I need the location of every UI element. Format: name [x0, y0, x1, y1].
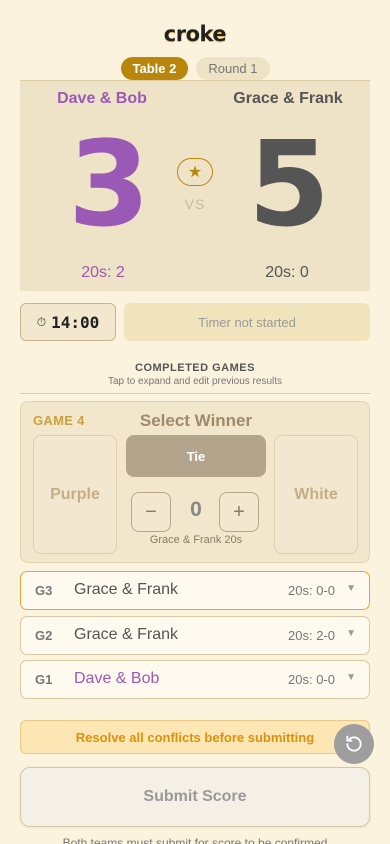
- chevron-down-icon: ▼: [346, 672, 356, 683]
- plus-icon: +: [233, 500, 245, 523]
- minus-icon: −: [145, 500, 157, 523]
- timer-button[interactable]: ⏱ 14:00: [20, 303, 116, 341]
- submit-footnote: Both teams must submit for score to be c…: [62, 836, 328, 844]
- twenties-value: 0: [190, 498, 202, 521]
- game-winner: Dave & Bob: [74, 670, 160, 687]
- star-icon[interactable]: ★: [177, 158, 213, 186]
- twenties-label: Grace & Frank 20s: [149, 534, 243, 546]
- timer-value: 14:00: [51, 312, 100, 332]
- app-logo: croke: [163, 22, 227, 46]
- game-twenties: 20s: 0-0: [288, 583, 335, 598]
- completed-games-title: COMPLETED GAMES: [135, 362, 255, 374]
- chevron-down-icon: ▼: [346, 583, 356, 594]
- round-badge: Round 1: [196, 57, 270, 80]
- divider: [20, 393, 370, 394]
- conflict-warning: Resolve all conflicts before submitting: [20, 720, 370, 754]
- minus-button[interactable]: −: [131, 492, 171, 532]
- table-badge: Table 2: [120, 57, 189, 80]
- game-id: G2: [35, 628, 53, 643]
- plus-button[interactable]: +: [219, 492, 259, 532]
- reset-button[interactable]: [334, 724, 374, 764]
- purple-winner-button[interactable]: Purple: [33, 435, 117, 554]
- refresh-icon: [346, 735, 362, 752]
- right-team-score: 5: [247, 115, 330, 253]
- game-row-g2[interactable]: G2 Grace & Frank 20s: 2-0 ▼: [20, 616, 370, 655]
- game-id: G1: [35, 672, 53, 687]
- game-winner: Grace & Frank: [74, 626, 179, 643]
- left-team-name: Dave & Bob: [57, 90, 147, 107]
- left-team-twenties: 20s: 2: [81, 264, 125, 281]
- right-team-name: Grace & Frank: [233, 90, 343, 107]
- scoreboard: Dave & Bob Grace & Frank 3 5 ★ VS 20s: 2…: [20, 80, 370, 291]
- chevron-down-icon: ▼: [346, 628, 356, 639]
- game-id: G3: [35, 583, 53, 598]
- game-twenties: 20s: 0-0: [288, 672, 335, 687]
- game-twenties: 20s: 2-0: [288, 628, 335, 643]
- game-row-g3[interactable]: G3 Grace & Frank 20s: 0-0 ▼: [20, 571, 370, 610]
- game-row-g1[interactable]: G1 Dave & Bob 20s: 0-0 ▼: [20, 660, 370, 699]
- match-info: Table 2 Round 1: [0, 57, 390, 80]
- left-team-score: 3: [67, 115, 150, 253]
- submit-score-button[interactable]: Submit Score: [20, 767, 370, 827]
- vs-label: VS: [184, 196, 206, 212]
- stopwatch-icon: ⏱: [36, 314, 47, 329]
- tie-button[interactable]: Tie: [126, 435, 266, 477]
- completed-games-subtitle: Tap to expand and edit previous results: [108, 376, 282, 387]
- timer-status: Timer not started: [124, 303, 370, 341]
- current-game-card: GAME 4 Select Winner Purple Tie − 0 + Gr…: [20, 401, 370, 563]
- right-team-twenties: 20s: 0: [265, 264, 309, 281]
- white-winner-button[interactable]: White: [274, 435, 358, 554]
- select-winner-heading: Select Winner: [139, 411, 253, 430]
- game-winner: Grace & Frank: [74, 581, 179, 598]
